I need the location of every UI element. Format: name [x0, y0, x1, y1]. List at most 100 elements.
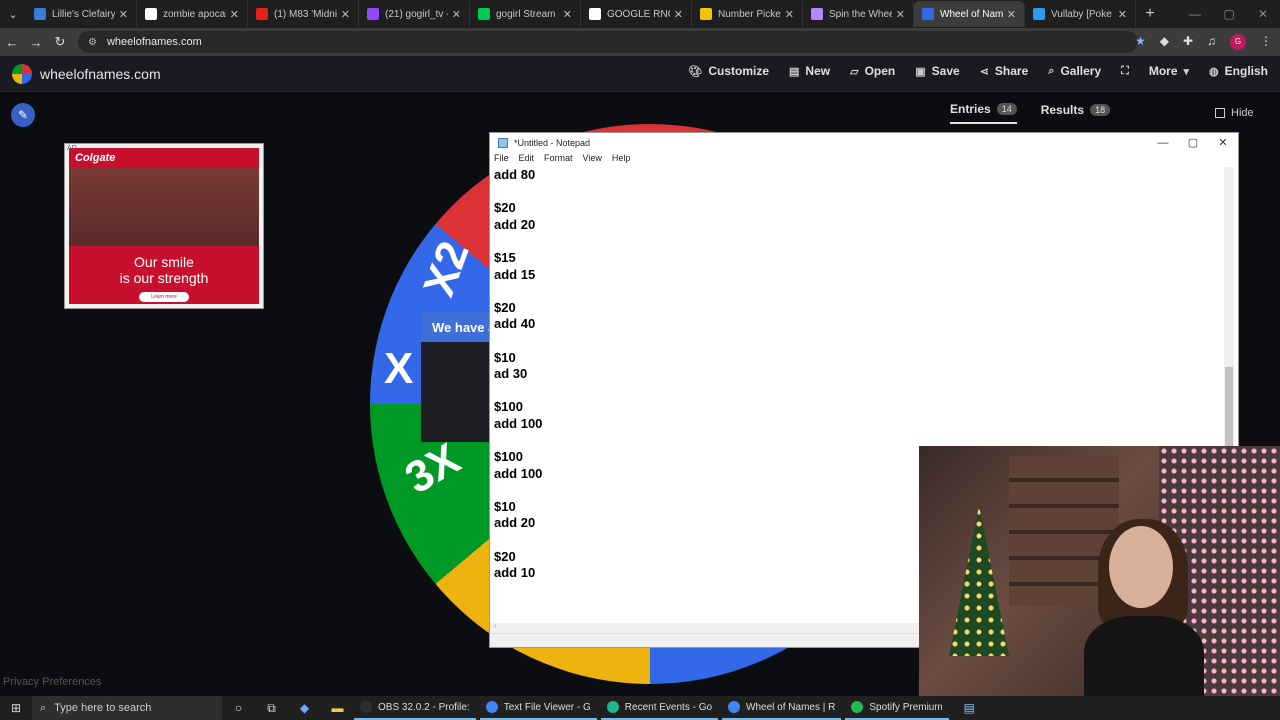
tab-close-icon[interactable]: ✕ [674, 8, 683, 21]
menu-customize[interactable]: 🎨︎ Customize [688, 64, 769, 78]
app-icon [485, 701, 498, 713]
taskbar-app[interactable]: Text File Viewer - G [479, 696, 597, 720]
tab-entries[interactable]: Entries 14 [950, 102, 1017, 124]
browser-tab[interactable]: gogirl Stream - W ✕ [470, 1, 581, 27]
tab-close-icon[interactable]: ✕ [341, 8, 350, 21]
menu-help[interactable]: Help [612, 153, 631, 167]
tab-close-icon[interactable]: ✕ [785, 8, 794, 21]
privacy-preferences-link[interactable]: Privacy Preferences [3, 676, 101, 688]
menu-format[interactable]: Format [544, 153, 573, 167]
fullscreen-icon: ⛶ [1121, 64, 1129, 77]
menu-new[interactable]: ▤ New [789, 64, 830, 78]
tab-favicon-icon [256, 8, 268, 20]
maximize-icon[interactable]: ▢ [1178, 133, 1208, 153]
ad-brand: Colgate [75, 152, 116, 164]
tab-results[interactable]: Results 18 [1041, 102, 1111, 124]
address-bar: ← → ↻ ⚙ wheelofnames.com ★ ◆ ✚ ♫ G ⋮ [0, 28, 1280, 56]
url-field[interactable]: ⚙ wheelofnames.com [78, 31, 1138, 53]
browser-tab[interactable]: GOOGLE RNG - G ✕ [581, 1, 692, 27]
tab-search-icon[interactable]: ⌄ [0, 0, 26, 28]
tab-close-icon[interactable]: ✕ [452, 8, 461, 21]
taskbar-search[interactable]: ⌕ Type here to search [32, 696, 222, 720]
media-icon[interactable]: ♫ [1207, 34, 1216, 50]
ad-label: AD [67, 145, 77, 152]
app-icon [606, 701, 619, 713]
browser-tab[interactable]: (1) M83 'Midnigh ✕ [248, 1, 359, 27]
browser-menu-icon[interactable]: ⋮ [1260, 34, 1272, 50]
tab-close-icon[interactable]: ✕ [896, 8, 905, 21]
extension-icon[interactable]: ◆ [1160, 34, 1169, 50]
tab-favicon-icon [589, 8, 601, 20]
tab-title: gogirl Stream - W [496, 8, 559, 20]
taskbar-app[interactable]: Recent Events - Go [600, 696, 719, 720]
browser-tab[interactable]: Lillie's Clefairy ex ✕ [26, 1, 137, 27]
tab-title: Spin the Wheel - [829, 8, 892, 20]
tab-close-icon[interactable]: ✕ [119, 8, 128, 21]
advertisement[interactable]: Colgate Our smile is our strength Learn … [64, 143, 264, 309]
tab-close-icon[interactable]: ✕ [1118, 8, 1127, 21]
search-icon: ⌕ [40, 701, 47, 714]
tab-title: zombie apocalyp [163, 8, 226, 20]
task-view-icon[interactable]: ⧉ [255, 701, 288, 716]
edit-pencil-button[interactable]: ✎ [11, 103, 35, 127]
tab-favicon-icon [145, 8, 157, 20]
webcam-streamer [1084, 519, 1204, 696]
close-icon[interactable]: ✕ [1208, 133, 1238, 153]
site-logo[interactable] [12, 63, 32, 84]
close-icon[interactable]: ✕ [1246, 0, 1280, 28]
file-explorer-icon[interactable]: ▬ [321, 701, 354, 715]
menu-language[interactable]: ◍ English [1209, 64, 1268, 78]
app-icon [360, 701, 372, 713]
taskbar-app[interactable]: Wheel of Names | R [722, 696, 842, 720]
notepad-taskbar-icon[interactable]: ▤ [953, 701, 986, 715]
taskbar-app[interactable]: OBS 32.0.2 - Profile: [354, 696, 476, 720]
url-text: wheelofnames.com [106, 36, 202, 48]
menu-gallery[interactable]: ⌕ Gallery [1048, 64, 1101, 78]
app-label: Recent Events - Go [624, 701, 713, 713]
tab-close-icon[interactable]: ✕ [563, 8, 572, 21]
browser-tab[interactable]: Wheel of Names | ✕ [914, 1, 1025, 27]
fullscreen-button[interactable]: ⛶ [1121, 64, 1129, 78]
tab-close-icon[interactable]: ✕ [230, 8, 239, 21]
menu-share[interactable]: ⋖ Share [980, 64, 1029, 78]
taskbar-app[interactable]: Spotify Premium [845, 696, 949, 720]
tab-close-icon[interactable]: ✕ [1007, 8, 1016, 21]
minimize-icon[interactable]: — [1178, 0, 1212, 28]
menu-open[interactable]: ▱ Open [850, 64, 895, 78]
bookmark-star-icon[interactable]: ★ [1135, 34, 1146, 50]
cortana-icon[interactable]: ○ [222, 701, 255, 715]
copilot-icon[interactable]: ◆ [288, 701, 321, 715]
notepad-line: $10 [494, 349, 516, 365]
site-title[interactable]: wheelofnames.com [40, 66, 161, 82]
browser-tab[interactable]: Number Picker W ✕ [692, 1, 803, 27]
browser-tab[interactable]: Vullaby [Poke Bal ✕ [1025, 1, 1136, 27]
new-tab-button[interactable]: + [1136, 5, 1164, 23]
browser-tab[interactable]: zombie apocalyp ✕ [137, 1, 248, 27]
browser-tab[interactable]: (21) gogirl_tv - ✕ [359, 1, 470, 27]
menu-view[interactable]: View [583, 153, 602, 167]
ad-learn-more-button[interactable]: Learn more [139, 292, 189, 302]
windows-start-icon[interactable]: ⊞ [0, 701, 32, 715]
menu-edit[interactable]: Edit [519, 153, 535, 167]
forward-icon[interactable]: → [24, 35, 48, 50]
tab-title: Wheel of Names | [940, 8, 1003, 20]
ad-creative: Colgate Our smile is our strength Learn … [69, 148, 259, 304]
menu-save[interactable]: ▣ Save [915, 64, 959, 78]
profile-avatar[interactable]: G [1230, 34, 1246, 50]
minimize-icon[interactable]: — [1148, 133, 1178, 153]
notepad-menubar: File Edit Format View Help [490, 153, 1238, 167]
menu-file[interactable]: File [494, 153, 509, 167]
site-info-icon[interactable]: ⚙ [88, 37, 97, 48]
reload-icon[interactable]: ↻ [48, 34, 72, 50]
tab-favicon-icon [34, 8, 46, 20]
extensions-puzzle-icon[interactable]: ✚ [1183, 34, 1193, 50]
hide-toggle[interactable]: Hide [1215, 107, 1254, 119]
globe-icon: ◍ [1209, 65, 1219, 78]
browser-tab[interactable]: Spin the Wheel - ✕ [803, 1, 914, 27]
notepad-line: add 40 [494, 316, 536, 332]
menu-more[interactable]: More ▾ [1149, 64, 1189, 78]
app-label: Wheel of Names | R [746, 701, 836, 713]
hide-checkbox[interactable] [1215, 108, 1225, 118]
back-icon[interactable]: ← [0, 35, 24, 50]
maximize-icon[interactable]: ▢ [1212, 0, 1246, 28]
